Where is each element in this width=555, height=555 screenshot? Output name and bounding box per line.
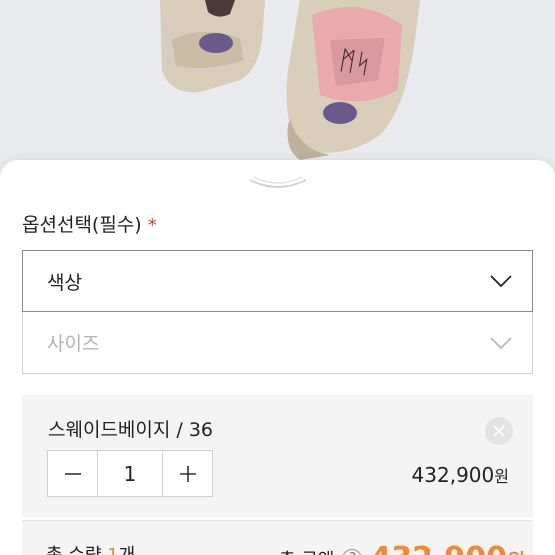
- total-quantity-value: 1: [107, 545, 118, 555]
- product-image: ᛗᛋ: [0, 0, 555, 175]
- item-price-currency: 원: [494, 467, 509, 486]
- quantity-stepper: 1: [47, 450, 213, 497]
- option-bottom-sheet: 옵션선택(필수) * 색상 사이즈 스웨이드베이지 / 36 1 432,900…: [0, 160, 555, 555]
- total-amount-price: 432,900원: [370, 541, 525, 555]
- selected-option-price: 432,900원: [412, 463, 509, 487]
- item-price-value: 432,900: [411, 463, 495, 487]
- color-select[interactable]: 색상: [22, 250, 533, 312]
- total-amount-label: 총 금액: [279, 546, 334, 555]
- option-section-label: 옵션선택(필수) *: [22, 210, 157, 237]
- decrease-quantity-button[interactable]: [48, 451, 97, 496]
- product-photo-shoes: ᛗᛋ: [0, 0, 555, 175]
- total-amount-value: 432,900: [370, 541, 507, 555]
- increase-quantity-button[interactable]: [163, 451, 212, 496]
- chevron-down-icon: [249, 176, 307, 188]
- help-icon[interactable]: ?: [342, 548, 363, 555]
- total-amount-currency: 원: [507, 549, 525, 555]
- total-quantity-suffix: 개: [119, 545, 136, 555]
- sheet-collapse-handle[interactable]: [248, 172, 308, 194]
- option-label-text: 옵션선택(필수): [22, 214, 142, 236]
- minus-icon: [64, 472, 81, 475]
- selected-option-item: 스웨이드베이지 / 36 1 432,900원: [22, 395, 533, 517]
- selected-option-name: 스웨이드베이지 / 36: [48, 419, 214, 441]
- total-quantity: 총 수량 1개: [46, 541, 135, 555]
- color-select-value: 색상: [47, 271, 82, 294]
- total-amount: 총 금액 ? 432,900원: [279, 541, 525, 555]
- size-select-placeholder: 사이즈: [47, 333, 100, 355]
- order-summary: 총 수량 1개 총 금액 ? 432,900원: [22, 520, 533, 555]
- total-quantity-prefix: 총 수량: [46, 545, 107, 555]
- chevron-down-icon: [490, 336, 512, 349]
- size-select[interactable]: 사이즈: [22, 312, 533, 374]
- quantity-value[interactable]: 1: [97, 451, 163, 496]
- chevron-down-icon: [490, 275, 512, 288]
- plus-icon: [179, 465, 196, 482]
- remove-option-button[interactable]: [485, 417, 513, 445]
- close-icon: [493, 425, 505, 437]
- svg-text:ᛗᛋ: ᛗᛋ: [337, 45, 373, 80]
- required-mark: *: [147, 215, 157, 236]
